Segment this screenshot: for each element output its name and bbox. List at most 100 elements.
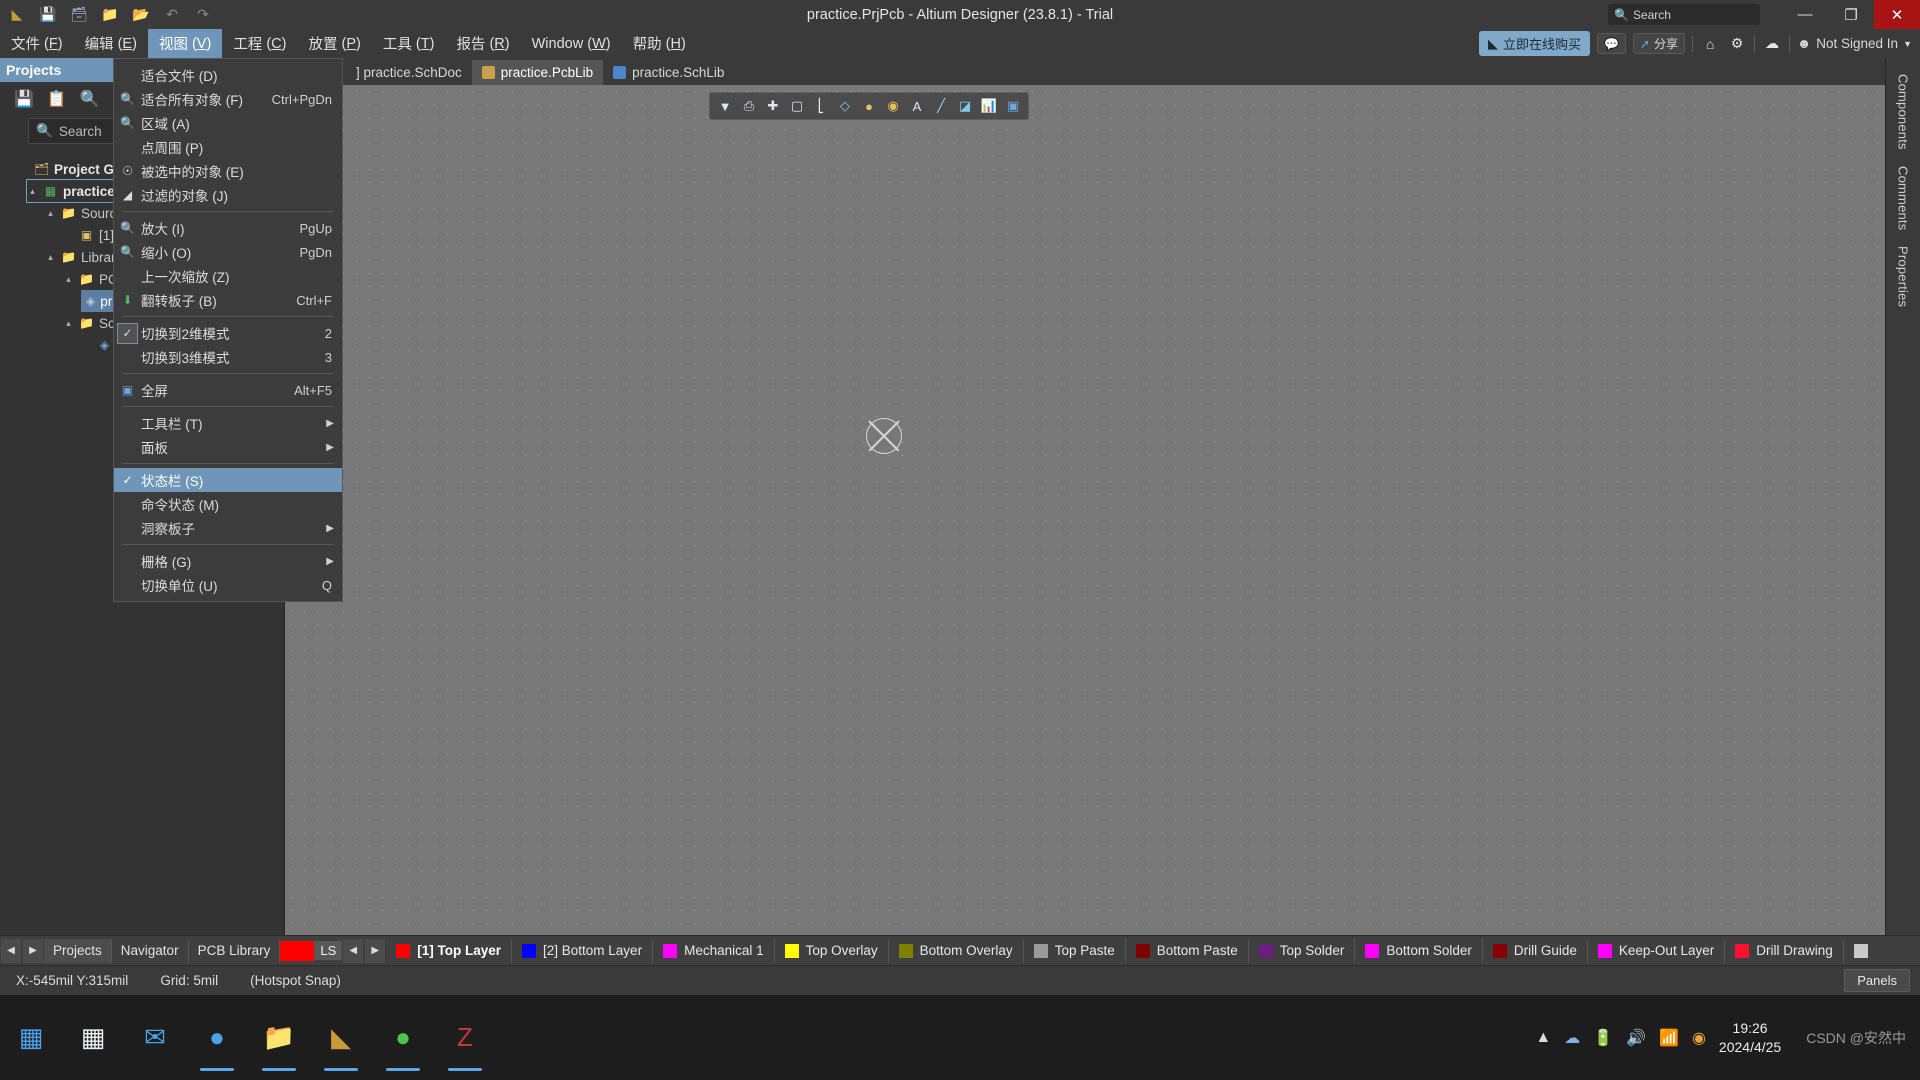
volume-icon[interactable]: 🔊 [1626,1028,1646,1048]
ls-color-swatch[interactable] [280,941,314,961]
layer-tab-keep-out-layer[interactable]: Keep-Out Layer [1588,939,1725,963]
measure-icon[interactable]: ⎣ [810,95,832,117]
dock-item-comments[interactable]: Comments [1896,158,1911,238]
minimize-button[interactable]: — [1782,0,1828,29]
layer-tab-top-paste[interactable]: Top Paste [1024,939,1126,963]
tree-arrow[interactable]: ▴ [45,252,56,263]
menuitem-fit-document[interactable]: 适合文件 (D) [114,63,342,87]
pad-icon[interactable]: ● [858,95,880,117]
copy-icon[interactable]: 📋 [47,89,67,109]
sogou-icon[interactable]: ◉ [1692,1028,1706,1048]
menu-window[interactable]: Window (W) [521,29,622,58]
dock-item-properties[interactable]: Properties [1896,238,1911,315]
menu-file[interactable]: 文件 (F) [0,29,74,58]
menuitem-toolbars[interactable]: 工具栏 (T) ▶ [114,411,342,435]
home-icon[interactable]: ⌂ [1700,36,1720,52]
menuitem-board-insight[interactable]: 洞察板子 ▶ [114,516,342,540]
redo-icon[interactable]: ↷ [192,4,214,26]
layer-tab-top-layer[interactable]: [1] Top Layer [386,939,512,963]
doctab-schdoc[interactable]: ] practice.SchDoc [346,60,472,85]
layer-tab-bottom-layer[interactable]: [2] Bottom Layer [512,939,653,963]
clock[interactable]: 19:26 2024/4/25 [1719,1019,1781,1055]
ls-label[interactable]: LS [314,941,342,960]
zotero-icon[interactable]: Z [434,995,496,1080]
open-project-icon[interactable]: 📂 [130,4,152,26]
store-icon[interactable]: ▦ [62,995,124,1080]
panel-prev-button[interactable]: ◀ [1,939,21,963]
explorer-icon[interactable]: 📁 [248,995,310,1080]
panel-tab-navigator[interactable]: Navigator [112,939,189,963]
gear-icon[interactable]: ⚙ [1727,35,1747,52]
layer-tab-bottom-solder[interactable]: Bottom Solder [1355,939,1483,963]
open-search-icon[interactable]: 🔍 [80,89,100,109]
dock-item-components[interactable]: Components [1896,66,1911,158]
menuitem-panels[interactable]: 面板 ▶ [114,435,342,459]
share-button[interactable]: ➚ 分享 [1633,33,1685,54]
filter-icon[interactable]: ▼ [714,95,736,117]
cloud-icon[interactable]: ☁ [1564,1028,1580,1048]
layer-tab-drill-guide[interactable]: Drill Guide [1483,939,1588,963]
menu-tools[interactable]: 工具 (T) [372,29,446,58]
panel-next-button[interactable]: ▶ [23,939,43,963]
edge-icon[interactable]: ● [186,995,248,1080]
menuitem-flip-board[interactable]: ⬇ 翻转板子 (B) Ctrl+F [114,288,342,312]
menu-help[interactable]: 帮助 (H) [622,29,697,58]
pcb-canvas[interactable]: ▼ ⎙ ✚ ▢ ⎣ ◇ ● ◉ A ╱ ◪ 📊 ▣ [285,85,1885,947]
menuitem-around-point[interactable]: 点周围 (P) [114,135,342,159]
rectangle-icon[interactable]: ▢ [786,95,808,117]
menuitem-filtered-objects[interactable]: ◢ 过滤的对象 (J) [114,183,342,207]
panel-tab-pcb-library[interactable]: PCB Library [189,939,281,963]
menuitem-zoom-in[interactable]: 🔍 放大 (I) PgUp [114,216,342,240]
menuitem-switch-2d[interactable]: ✓ 切换到2维模式 2 [114,321,342,345]
menuitem-toggle-units[interactable]: 切换单位 (U) Q [114,573,342,597]
tree-arrow[interactable]: ▴ [63,318,74,329]
move-icon[interactable]: ✚ [762,95,784,117]
menu-project[interactable]: 工程 (C) [222,29,297,58]
via-icon[interactable]: ◉ [882,95,904,117]
menu-place[interactable]: 放置 (P) [298,29,372,58]
buy-online-button[interactable]: ◣ 立即在线购买 [1479,31,1590,56]
menu-reports[interactable]: 报告 (R) [445,29,520,58]
layer-tab-top-overlay[interactable]: Top Overlay [775,939,889,963]
layer-tab-bottom-overlay[interactable]: Bottom Overlay [889,939,1024,963]
menuitem-fit-all-objects[interactable]: 🔍 适合所有对象 (F) Ctrl+PgDn [114,87,342,111]
network-icon[interactable]: 📶 [1659,1028,1679,1048]
panel-tab-projects[interactable]: Projects [44,939,112,963]
account-button[interactable]: ☻ Not Signed In ▼ [1797,36,1912,51]
global-search-input[interactable]: 🔍 Search [1608,4,1760,25]
layer-icon[interactable]: ▣ [1002,95,1024,117]
tree-arrow[interactable]: ▴ [63,274,74,285]
open-icon[interactable]: 📁 [99,4,121,26]
doctab-pcblib[interactable]: practice.PcbLib [472,60,603,85]
restore-button[interactable]: ❐ [1828,0,1874,29]
menuitem-area[interactable]: 🔍 区域 (A) [114,111,342,135]
close-button[interactable]: ✕ [1874,0,1920,29]
select-icon[interactable]: ⎙ [738,95,760,117]
menuitem-last-zoom[interactable]: 上一次缩放 (Z) [114,264,342,288]
start-icon[interactable]: ▦ [0,995,62,1080]
layer-prev-button[interactable]: ◀ [343,939,363,963]
polygon-icon[interactable]: ◪ [954,95,976,117]
tree-arrow[interactable]: ▴ [27,186,38,197]
menuitem-command-status[interactable]: 命令状态 (M) [114,492,342,516]
undo-icon[interactable]: ↶ [161,4,183,26]
mail-icon[interactable]: ✉ [124,995,186,1080]
save-icon[interactable]: 💾 [14,89,34,109]
doctab-schlib[interactable]: practice.SchLib [603,60,734,85]
layer-tab-drill-drawing[interactable]: Drill Drawing [1725,939,1844,963]
menu-edit[interactable]: 编辑 (E) [74,29,148,58]
text-icon[interactable]: A [906,95,928,117]
battery-icon[interactable]: 🔋 [1593,1028,1613,1048]
layer-tab-bottom-paste[interactable]: Bottom Paste [1126,939,1249,963]
notifications-button[interactable]: 💬 [1597,33,1626,54]
panels-button[interactable]: Panels [1844,969,1910,992]
save-icon[interactable]: 💾 [37,4,59,26]
menuitem-status-bar[interactable]: ✓ 状态栏 (S) [114,468,342,492]
menuitem-switch-3d[interactable]: 切换到3维模式 3 [114,345,342,369]
wechat-icon[interactable]: ● [372,995,434,1080]
cloud-disconnected-icon[interactable]: ☁ [1762,35,1782,52]
menu-view[interactable]: 视图 (V) [148,29,222,58]
line-icon[interactable]: ╱ [930,95,952,117]
save-all-icon[interactable]: 🗃 [68,4,90,26]
layer-end-swatch[interactable] [1854,944,1868,958]
